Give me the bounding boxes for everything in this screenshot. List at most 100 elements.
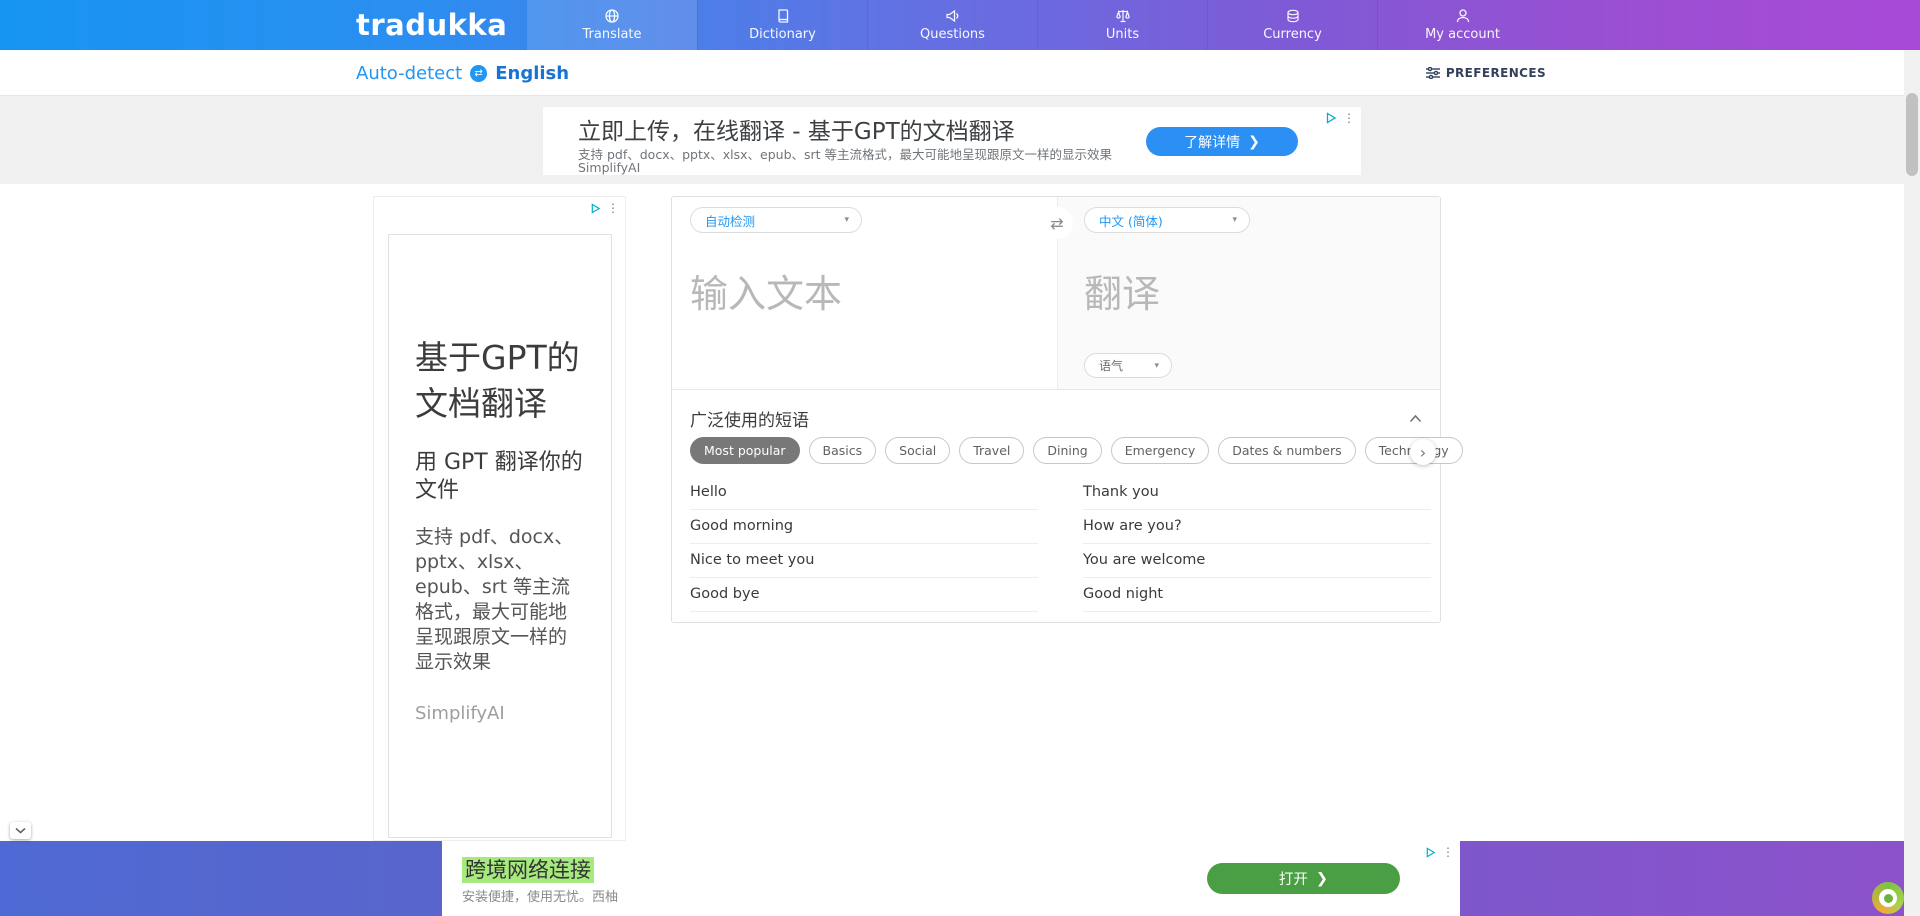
side-ad-content[interactable]: 基于GPT的文档翻译 用 GPT 翻译你的文件 支持 pdf、docx、pptx…	[388, 234, 612, 838]
chevron-down-icon: ▾	[1232, 215, 1237, 225]
tab-label: Dictionary	[749, 27, 816, 42]
target-language-link[interactable]: English	[495, 63, 569, 84]
coins-icon	[1285, 8, 1301, 24]
preferences-label: PREFERENCES	[1446, 66, 1546, 80]
phrase-item[interactable]: Thank you	[1083, 476, 1431, 510]
category-chip-dates-numbers[interactable]: Dates & numbers	[1218, 437, 1355, 464]
input-placeholder: 输入文本	[690, 263, 842, 318]
ad-menu-icon[interactable]: ⋮	[1442, 845, 1454, 859]
source-language-link[interactable]: Auto-detect	[356, 63, 462, 84]
megaphone-icon	[945, 8, 961, 24]
phrase-list-left: Hello Good morning Nice to meet you Good…	[690, 476, 1038, 612]
adchoices-icon[interactable]	[1425, 847, 1436, 858]
next-categories-icon[interactable]: ›	[1410, 439, 1436, 465]
main-tabs: Translate Dictionary Questions Units Cur…	[527, 0, 1547, 50]
ad-brand: SimplifyAI	[578, 160, 640, 175]
tab-units[interactable]: Units	[1037, 0, 1207, 50]
chevron-down-icon: ▾	[1154, 361, 1159, 371]
category-chip-emergency[interactable]: Emergency	[1111, 437, 1210, 464]
scale-icon	[1115, 8, 1131, 24]
bottom-ad-banner[interactable]: 跨境网络连接 安装便捷，使用无忧。西柚 打开 ❯ ⋮	[442, 841, 1460, 916]
adchoices-icon[interactable]	[590, 203, 601, 214]
target-language-select[interactable]: 中文 (简体) ▾	[1084, 207, 1250, 233]
adchoices-icon[interactable]	[1325, 112, 1337, 124]
tab-label: Questions	[920, 27, 985, 42]
phrase-categories: Most popular Basics Social Travel Dining…	[690, 437, 1463, 464]
chevron-down-icon: ▾	[844, 215, 849, 225]
phrase-item[interactable]: Good morning	[690, 510, 1038, 544]
ad-subtitle: 用 GPT 翻译你的文件	[415, 449, 585, 505]
collapse-ad-button[interactable]	[10, 822, 31, 839]
chevron-right-icon: ❯	[1316, 871, 1328, 887]
ad-cta-label: 了解详情	[1184, 132, 1240, 152]
dictionary-icon	[775, 8, 791, 24]
ad-menu-icon[interactable]: ⋮	[1343, 111, 1355, 125]
phrase-list-right: Thank you How are you? You are welcome G…	[1083, 476, 1431, 612]
translator-card: 自动检测 ▾ 输入文本 中文 (简体) ▾ 翻译 语气 ▾ ⇄ 广泛使用的短语 …	[671, 196, 1441, 623]
category-chip-travel[interactable]: Travel	[959, 437, 1024, 464]
tone-label: 语气	[1099, 357, 1123, 374]
source-language-select[interactable]: 自动检测 ▾	[690, 207, 862, 233]
ad-title-highlight: 跨境网络连接	[462, 857, 594, 883]
phrase-item[interactable]: You are welcome	[1083, 544, 1431, 578]
phrase-item[interactable]: Nice to meet you	[690, 544, 1038, 578]
phrases-panel: 广泛使用的短语 Most popular Basics Social Trave…	[672, 389, 1440, 624]
language-pair: Auto-detect ⇄ English	[356, 50, 569, 96]
ad-brand: SimplifyAI	[415, 703, 585, 724]
source-text-input[interactable]: 自动检测 ▾ 输入文本	[672, 197, 1057, 389]
side-ad-banner[interactable]: ⋮ 基于GPT的文档翻译 用 GPT 翻译你的文件 支持 pdf、docx、pp…	[373, 196, 626, 841]
logo[interactable]: tradukka	[356, 8, 507, 42]
tab-my-account[interactable]: My account	[1377, 0, 1547, 50]
chevron-down-icon	[15, 827, 26, 834]
phrase-item[interactable]: Good night	[1083, 578, 1431, 612]
ad-cta-label: 打开	[1279, 868, 1308, 889]
scrollbar[interactable]	[1904, 50, 1920, 916]
category-chip-basics[interactable]: Basics	[809, 437, 877, 464]
translator-panes: 自动检测 ▾ 输入文本 中文 (简体) ▾ 翻译 语气 ▾ ⇄	[672, 197, 1440, 389]
top-ad-banner[interactable]: 立即上传，在线翻译 - 基于GPT的文档翻译 支持 pdf、docx、pptx、…	[543, 107, 1361, 175]
category-chip-dining[interactable]: Dining	[1033, 437, 1101, 464]
source-language-value: 自动检测	[705, 211, 755, 230]
phrase-item[interactable]: Good bye	[690, 578, 1038, 612]
ad-open-button[interactable]: 打开 ❯	[1207, 863, 1400, 894]
category-chip-social[interactable]: Social	[885, 437, 950, 464]
phrases-title: 广泛使用的短语	[690, 406, 809, 431]
tab-questions[interactable]: Questions	[867, 0, 1037, 50]
top-ad-strip: 立即上传，在线翻译 - 基于GPT的文档翻译 支持 pdf、docx、pptx、…	[0, 96, 1920, 184]
category-chip-most-popular[interactable]: Most popular	[690, 437, 800, 464]
tab-dictionary[interactable]: Dictionary	[697, 0, 867, 50]
swap-languages-icon[interactable]: ⇄	[470, 65, 487, 82]
tone-select[interactable]: 语气 ▾	[1084, 353, 1172, 378]
ad-menu-icon[interactable]: ⋮	[607, 201, 619, 215]
chevron-right-icon: ❯	[1248, 134, 1260, 150]
phrase-item[interactable]: Hello	[690, 476, 1038, 510]
output-placeholder: 翻译	[1084, 263, 1160, 318]
translation-output: 中文 (简体) ▾ 翻译 语气 ▾	[1057, 197, 1440, 389]
target-language-value: 中文 (简体)	[1099, 211, 1163, 230]
ad-title: 跨境网络连接	[462, 854, 594, 884]
tab-label: My account	[1425, 27, 1500, 42]
top-nav: tradukka Translate Dictionary Questions …	[0, 0, 1920, 50]
tab-translate[interactable]: Translate	[527, 0, 697, 50]
swap-translation-icon[interactable]: ⇄	[1041, 207, 1073, 239]
phrase-item[interactable]: How are you?	[1083, 510, 1431, 544]
language-bar: Auto-detect ⇄ English PREFERENCES	[0, 50, 1920, 96]
translate-icon	[604, 8, 620, 24]
ad-title: 立即上传，在线翻译 - 基于GPT的文档翻译	[578, 112, 1015, 146]
ad-title: 基于GPT的文档翻译	[415, 335, 585, 427]
browser-logo-inner	[1879, 889, 1897, 907]
sliders-icon	[1426, 67, 1440, 79]
tab-label: Currency	[1263, 27, 1322, 42]
tab-label: Units	[1106, 27, 1139, 42]
tab-label: Translate	[582, 27, 641, 42]
collapse-panel-icon[interactable]	[1409, 408, 1422, 427]
ad-body: 支持 pdf、docx、pptx、xlsx、epub、srt 等主流格式，最大可…	[415, 525, 585, 675]
preferences-button[interactable]: PREFERENCES	[1426, 50, 1546, 96]
browser-logo-icon[interactable]	[1872, 882, 1904, 914]
tab-currency[interactable]: Currency	[1207, 0, 1377, 50]
ad-description: 支持 pdf、docx、pptx、xlsx、epub、srt 等主流格式，最大可…	[578, 144, 1112, 163]
bottom-ad-strip: 跨境网络连接 安装便捷，使用无忧。西柚 打开 ❯ ⋮	[0, 841, 1920, 916]
scrollbar-thumb[interactable]	[1906, 93, 1918, 176]
ad-cta-button[interactable]: 了解详情 ❯	[1146, 127, 1298, 156]
person-icon	[1455, 8, 1471, 24]
